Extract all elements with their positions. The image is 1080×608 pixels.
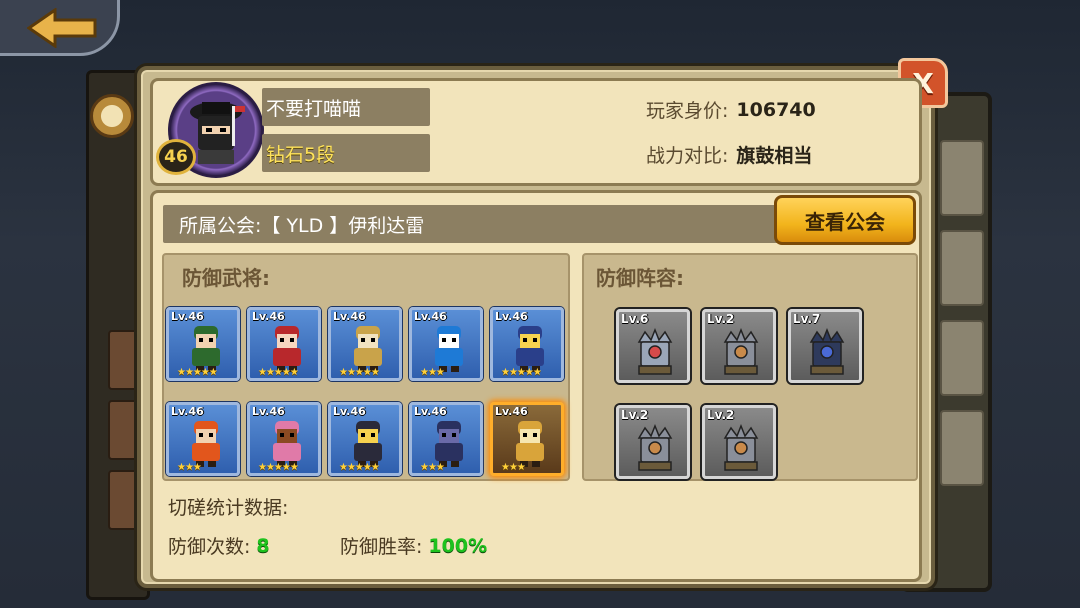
hero-pink-reindeer-icon — [273, 421, 301, 467]
defense-hero-card[interactable]: Lv.46 ★★★ — [490, 402, 564, 476]
hero-level-label: Lv.46 — [414, 310, 447, 323]
hero-level-label: Lv.46 — [333, 310, 366, 323]
hero-stars: ★★★ — [501, 462, 526, 473]
guild-info: 所属公会:【 YLD 】伊利达雷 — [163, 205, 783, 243]
player-name: 不要打喵喵 — [262, 88, 430, 126]
defense-count-value: 8 — [256, 534, 270, 557]
background-slot — [940, 140, 984, 216]
power-compare-row: 战力对比: 旗鼓相当 — [646, 141, 812, 168]
defense-hero-card[interactable]: Lv.46 ★★★★★ — [247, 307, 321, 381]
win-rate-label: 防御胜率: — [340, 536, 423, 558]
hero-stars: ★★★★★ — [339, 367, 380, 378]
hero-level-label: Lv.46 — [252, 310, 285, 323]
hero-golden-swordsman-icon — [516, 421, 544, 467]
background-slot — [940, 320, 984, 396]
defense-tower-card[interactable]: Lv.6 — [616, 309, 690, 383]
tower-level-label: Lv.2 — [621, 408, 649, 422]
tower-level-label: Lv.6 — [621, 312, 649, 326]
hero-stars: ★★★ — [420, 367, 445, 378]
tower-cannon-icon — [637, 424, 673, 471]
hero-level-label: Lv.46 — [495, 310, 528, 323]
tower-cannon-icon — [723, 328, 759, 375]
defense-tower-card[interactable]: Lv.2 — [702, 309, 776, 383]
player-rank: 钻石5段 — [262, 134, 430, 172]
hero-gold-knight-icon — [354, 326, 382, 372]
background-slot — [940, 410, 984, 486]
player-worth-value: 106740 — [736, 98, 816, 121]
defense-hero-card[interactable]: Lv.46 ★★★★★ — [247, 402, 321, 476]
compass-icon — [90, 94, 134, 138]
defense-tower-card[interactable]: Lv.7 — [788, 309, 862, 383]
power-compare-label: 战力对比: — [646, 145, 729, 167]
win-rate-value: 100% — [428, 534, 488, 557]
defense-hero-card[interactable]: Lv.46 ★★★ — [409, 307, 483, 381]
win-rate-row: 防御胜率: 100% — [340, 532, 487, 559]
hero-blue-cat-icon — [435, 326, 463, 372]
hero-stars: ★★★ — [420, 462, 445, 473]
power-compare-value: 旗鼓相当 — [736, 145, 813, 167]
view-guild-button[interactable]: 查看公会 — [774, 195, 916, 245]
hero-stars: ★★★★★ — [258, 367, 299, 378]
hero-level-label: Lv.46 — [414, 405, 447, 418]
defense-hero-card[interactable]: Lv.46 ★★★★★ — [328, 307, 402, 381]
hero-stars: ★★★ — [177, 462, 202, 473]
tower-cannon-icon — [723, 424, 759, 471]
back-arrow-icon — [27, 8, 97, 48]
defense-hero-card[interactable]: Lv.46 ★★★ — [166, 402, 240, 476]
hero-fire-pirate-icon — [192, 421, 220, 467]
defense-count-label: 防御次数: — [168, 536, 251, 558]
hero-blonde-suit-icon — [354, 421, 382, 467]
tower-level-label: Lv.2 — [707, 312, 735, 326]
hero-stars: ★★★★★ — [501, 367, 542, 378]
hero-level-label: Lv.46 — [333, 405, 366, 418]
tower-dark-icon — [809, 328, 845, 375]
defense-hero-card[interactable]: Lv.46 ★★★★★ — [490, 307, 564, 381]
hero-stars: ★★★★★ — [339, 462, 380, 473]
player-worth-row: 玩家身价: 106740 — [646, 96, 816, 123]
defense-towers-title: 防御阵容: — [596, 266, 684, 290]
defense-tower-card[interactable]: Lv.2 — [616, 405, 690, 479]
defense-hero-card[interactable]: Lv.46 ★★★ — [409, 402, 483, 476]
player-worth-label: 玩家身价: — [646, 100, 729, 122]
defense-heroes-title: 防御武将: — [182, 266, 270, 290]
hero-stars: ★★★★★ — [177, 367, 218, 378]
hero-mage-icon — [516, 326, 544, 372]
background-slot — [940, 230, 984, 306]
hero-level-label: Lv.46 — [252, 405, 285, 418]
hero-dark-beast-icon — [435, 421, 463, 467]
player-level-badge: 46 — [156, 139, 196, 175]
tower-level-label: Lv.2 — [707, 408, 735, 422]
hero-level-label: Lv.46 — [495, 405, 528, 418]
hero-level-label: Lv.46 — [171, 310, 204, 323]
hero-level-label: Lv.46 — [171, 405, 204, 418]
hero-stars: ★★★★★ — [258, 462, 299, 473]
defense-count-row: 防御次数: 8 — [168, 532, 270, 559]
tower-gem-icon — [637, 328, 673, 375]
hero-green-warrior-icon — [192, 326, 220, 372]
hero-red-lady-icon — [273, 326, 301, 372]
back-button[interactable] — [0, 0, 120, 56]
tower-level-label: Lv.7 — [793, 312, 821, 326]
defense-hero-card[interactable]: Lv.46 ★★★★★ — [166, 307, 240, 381]
defense-tower-card[interactable]: Lv.2 — [702, 405, 776, 479]
defense-hero-card[interactable]: Lv.46 ★★★★★ — [328, 402, 402, 476]
spar-stats-title: 切磋统计数据: — [168, 497, 289, 519]
